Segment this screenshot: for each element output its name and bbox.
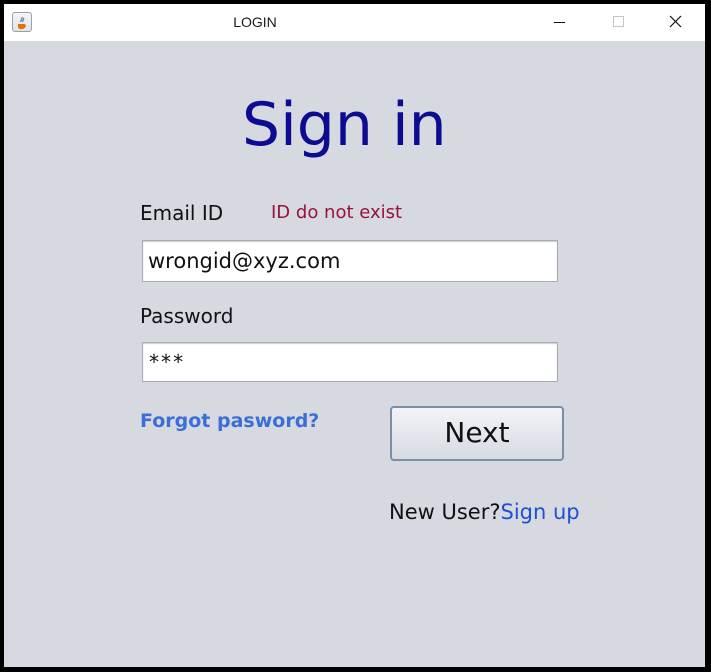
close-button[interactable] (646, 4, 704, 41)
password-label: Password (140, 304, 234, 328)
title-bar[interactable]: LOGIN (4, 4, 705, 41)
sign-in-heading: Sign in (242, 90, 447, 160)
forgot-password-link[interactable]: Forgot pasword? (140, 409, 319, 433)
maximize-button[interactable] (588, 4, 646, 41)
next-button[interactable]: Next (390, 406, 564, 461)
login-window: LOGIN Sign in Email ID ID do not exist w… (4, 4, 705, 667)
email-field[interactable]: wrongid@xyz.com (142, 240, 558, 282)
maximize-icon (613, 16, 624, 27)
sign-up-link[interactable]: Sign up (501, 500, 580, 524)
new-user-prompt: New User? (389, 500, 501, 524)
window-title: LOGIN (233, 14, 277, 30)
signup-row: New User?Sign up (389, 499, 580, 525)
minimize-icon (554, 22, 565, 23)
email-error-message: ID do not exist (271, 202, 403, 223)
minimize-button[interactable] (530, 4, 588, 41)
password-field[interactable]: *** (142, 342, 558, 382)
close-icon (669, 15, 682, 28)
email-label: Email ID (140, 201, 224, 225)
